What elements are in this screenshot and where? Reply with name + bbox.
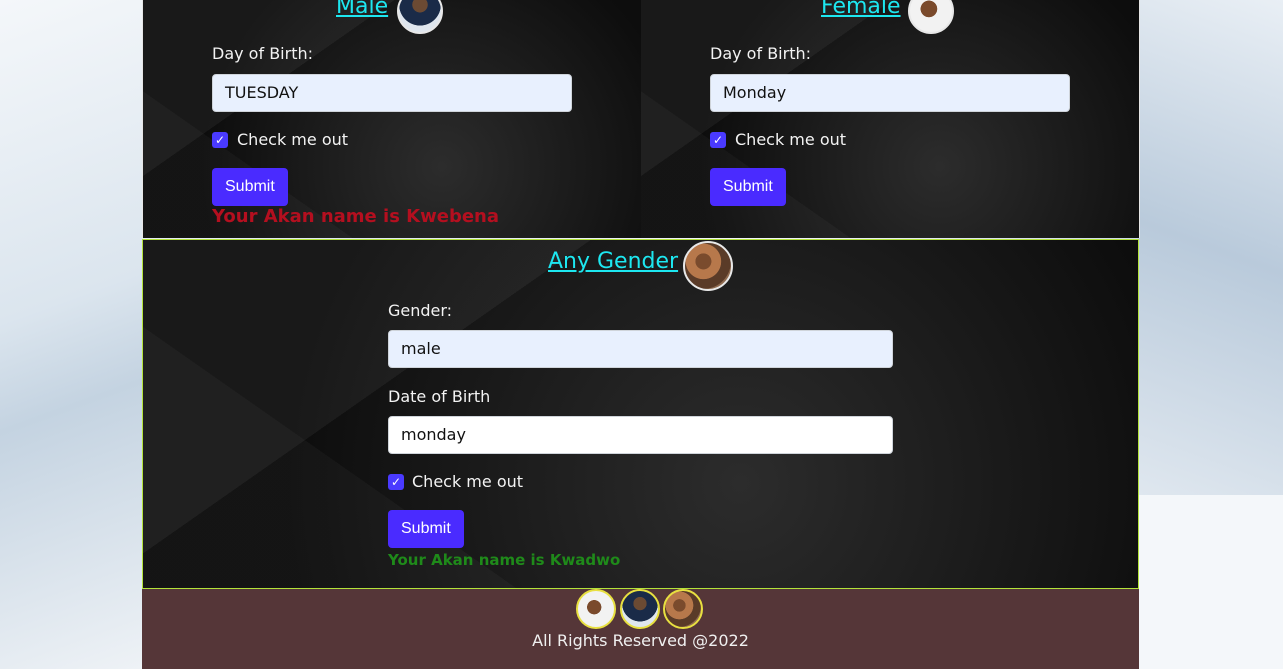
any-gender-input[interactable]: male <box>388 330 893 368</box>
female-check-label: Check me out <box>735 130 847 149</box>
any-gender-form-panel: Any Gender Gender: male Date of Birth mo… <box>142 239 1139 589</box>
footer: All Rights Reserved @2022 <box>142 589 1139 669</box>
footer-copyright: All Rights Reserved @2022 <box>532 631 749 650</box>
male-heading-link[interactable]: Male <box>336 0 388 19</box>
female-form-panel: Female Day of Birth: Monday ✓ Check me o… <box>641 0 1140 238</box>
background-left <box>0 0 142 669</box>
background-right-lower <box>1139 495 1283 669</box>
couple-avatar-icon <box>663 589 703 629</box>
any-submit-button[interactable]: Submit <box>388 510 464 548</box>
male-check-label: Check me out <box>237 130 349 149</box>
couple-avatar-icon <box>683 241 733 291</box>
female-day-input[interactable]: Monday <box>710 74 1070 112</box>
male-avatar-icon <box>620 589 660 629</box>
female-day-label: Day of Birth: <box>710 44 811 63</box>
female-checkbox[interactable]: ✓ <box>710 132 726 148</box>
male-submit-button[interactable]: Submit <box>212 168 288 206</box>
checkmark-icon: ✓ <box>712 133 724 147</box>
any-gender-label: Gender: <box>388 301 453 320</box>
any-result-text: Your Akan name is Kwadwo <box>388 551 621 569</box>
female-submit-button[interactable]: Submit <box>710 168 786 206</box>
any-checkbox[interactable]: ✓ <box>388 474 404 490</box>
background-right <box>1139 0 1283 495</box>
male-day-label: Day of Birth: <box>212 44 313 63</box>
male-checkbox[interactable]: ✓ <box>212 132 228 148</box>
checkmark-icon: ✓ <box>214 133 226 147</box>
male-day-input[interactable]: TUESDAY <box>212 74 572 112</box>
any-gender-heading-link[interactable]: Any Gender <box>548 249 678 274</box>
any-date-label: Date of Birth <box>388 387 491 406</box>
female-heading-link[interactable]: Female <box>821 0 901 19</box>
male-avatar-icon <box>397 0 443 34</box>
any-date-input[interactable]: monday <box>388 416 893 454</box>
female-avatar-icon <box>908 0 954 34</box>
checkmark-icon: ✓ <box>390 475 402 489</box>
female-avatar-icon <box>576 589 616 629</box>
male-form-panel: Male Day of Birth: TUESDAY ✓ Check me ou… <box>142 0 642 238</box>
any-check-label: Check me out <box>412 472 524 491</box>
page-container: Male Day of Birth: TUESDAY ✓ Check me ou… <box>142 0 1140 669</box>
male-result-text: Your Akan name is Kwebena <box>212 206 500 227</box>
